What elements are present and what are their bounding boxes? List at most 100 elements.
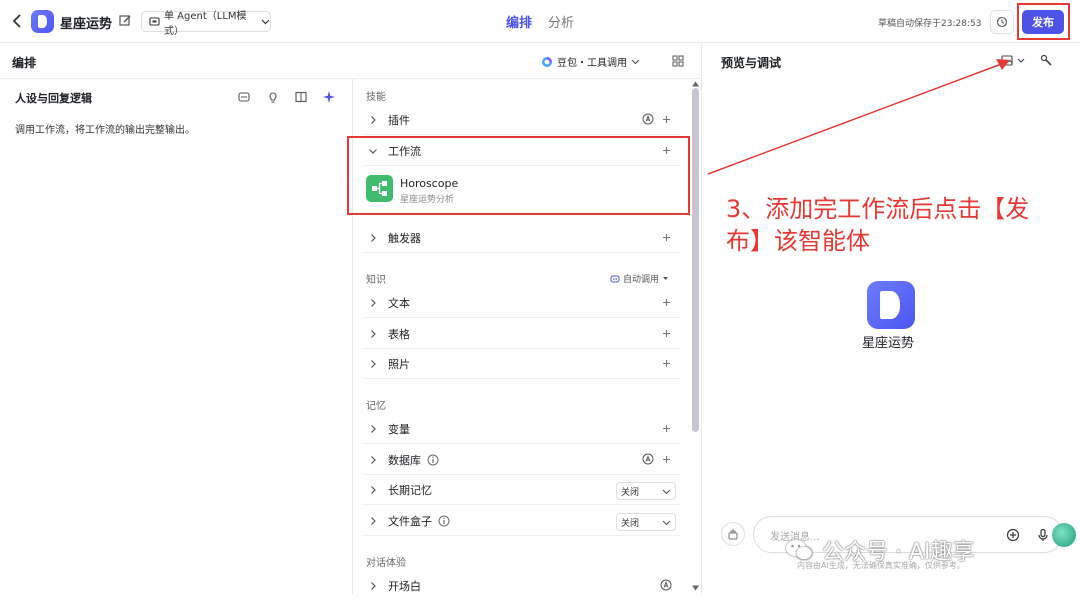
- bot-avatar: [31, 10, 54, 33]
- plus-icon[interactable]: [661, 114, 672, 125]
- filebox-select[interactable]: 关闭: [616, 513, 676, 531]
- back-icon[interactable]: [10, 12, 26, 30]
- knowledge-table-row[interactable]: 表格: [362, 319, 680, 349]
- knowledge-photo-row[interactable]: 照片: [362, 349, 680, 379]
- agent-icon: [149, 16, 160, 27]
- bulb-icon[interactable]: [266, 90, 280, 104]
- opening-label: 开场白: [388, 580, 421, 593]
- publish-highlight-box: [1017, 3, 1070, 40]
- chevron-down-icon: [631, 57, 640, 66]
- top-bar: 星座运势 单 Agent（LLM模式） 编排 分析 草稿自动保存于23:28:5…: [0, 0, 1080, 43]
- plugins-row[interactable]: 插件: [362, 105, 680, 135]
- knowledge-text-label: 文本: [388, 296, 410, 310]
- memory-heading: 记忆: [366, 401, 386, 412]
- persona-text[interactable]: 调用工作流，将工作流的输出完整输出。: [15, 121, 195, 136]
- chevron-down-icon: [662, 518, 671, 527]
- annotation-text: 3、添加完工作流后点击【发布】该智能体: [726, 195, 1030, 255]
- tab-analysis[interactable]: 分析: [548, 12, 574, 31]
- workflow-highlight-box: [347, 136, 690, 215]
- long-term-memory-select[interactable]: 关闭: [616, 482, 676, 500]
- edit-icon[interactable]: [119, 14, 132, 27]
- long-term-memory-row[interactable]: 长期记忆 关闭: [362, 475, 680, 505]
- auto-icon[interactable]: [642, 453, 654, 465]
- doubao-icon: [541, 56, 553, 68]
- clear-button[interactable]: [721, 522, 745, 546]
- info-icon[interactable]: [438, 515, 450, 527]
- arrange-title: 编排: [12, 56, 37, 70]
- auto-icon[interactable]: [642, 113, 654, 125]
- model-label: 豆包・工具调用: [557, 58, 627, 69]
- plus-icon[interactable]: [661, 232, 672, 243]
- plus-icon[interactable]: [661, 297, 672, 308]
- filebox-value: 关闭: [621, 518, 640, 529]
- plugins-label: 插件: [388, 113, 410, 127]
- chevron-right-icon: [368, 329, 378, 339]
- knowledge-heading: 知识: [366, 275, 386, 286]
- plus-icon[interactable]: [661, 423, 672, 434]
- autosave-status: 草稿自动保存于23:28:53: [878, 19, 982, 29]
- database-row[interactable]: 数据库: [362, 445, 680, 475]
- preview-bot-avatar: [867, 281, 915, 329]
- dialog-heading: 对话体验: [366, 558, 406, 569]
- long-term-memory-value: 关闭: [621, 487, 640, 498]
- grid-icon[interactable]: [672, 55, 684, 67]
- persona-title: 人设与回复逻辑: [15, 92, 92, 105]
- history-icon: [996, 16, 1008, 28]
- add-circle-icon[interactable]: [1006, 528, 1020, 542]
- trigger-label: 触发器: [388, 231, 421, 245]
- wechat-icon: [784, 537, 814, 563]
- filebox-row[interactable]: 文件盒子 关闭: [362, 506, 680, 536]
- chevron-right-icon: [368, 424, 378, 434]
- split-view-icon[interactable]: [294, 90, 308, 104]
- assistant-badge: [1052, 523, 1076, 547]
- plus-icon[interactable]: [661, 328, 672, 339]
- info-icon[interactable]: [427, 454, 439, 466]
- chevron-right-icon: [368, 485, 378, 495]
- opening-row[interactable]: 开场白: [362, 571, 680, 601]
- chevron-right-icon: [368, 233, 378, 243]
- bot-name: 星座运势: [60, 17, 113, 32]
- chevron-right-icon: [368, 359, 378, 369]
- chevron-right-icon: [368, 298, 378, 308]
- skills-heading: 技能: [366, 92, 386, 103]
- auto-call-icon: [610, 274, 620, 284]
- database-label: 数据库: [388, 453, 421, 467]
- knowledge-photo-label: 照片: [388, 357, 410, 371]
- trigger-row[interactable]: 触发器: [362, 223, 680, 253]
- auto-call-select[interactable]: 自动调用: [610, 272, 669, 285]
- preview-bot-name: 星座运势: [862, 336, 915, 351]
- history-button[interactable]: [990, 10, 1014, 34]
- agent-mode-label: 单 Agent（LLM模式）: [164, 10, 247, 37]
- knowledge-table-label: 表格: [388, 327, 410, 341]
- model-select[interactable]: 豆包・工具调用: [541, 54, 640, 69]
- watermark: 公众号 · AI趣享: [784, 534, 975, 566]
- chevron-right-icon: [368, 115, 378, 125]
- chevron-right-icon: [368, 516, 378, 526]
- filebox-label: 文件盒子: [388, 514, 432, 528]
- scroll-down-icon[interactable]: [691, 584, 700, 592]
- scroll-up-icon[interactable]: [691, 80, 700, 88]
- long-term-memory-label: 长期记忆: [388, 483, 432, 497]
- watermark-text: 公众号 · AI趣享: [822, 540, 975, 565]
- auto-call-label: 自动调用: [623, 275, 660, 285]
- mic-icon[interactable]: [1036, 528, 1050, 542]
- auto-icon[interactable]: [660, 579, 672, 591]
- chevron-down-icon: [662, 487, 671, 496]
- agent-mode-select[interactable]: 单 Agent（LLM模式）: [141, 11, 271, 37]
- scrollbar-thumb[interactable]: [692, 88, 699, 432]
- variables-label: 变量: [388, 422, 410, 436]
- knowledge-text-row[interactable]: 文本: [362, 288, 680, 318]
- wrench-icon[interactable]: [1040, 54, 1053, 67]
- template-icon[interactable]: [237, 90, 251, 104]
- annotation-arrow: [707, 59, 1010, 175]
- brush-icon: [727, 528, 739, 540]
- chevron-down-icon: [261, 17, 270, 26]
- sparkle-icon[interactable]: [322, 90, 336, 104]
- plus-icon[interactable]: [661, 358, 672, 369]
- caret-down-icon: [662, 275, 669, 282]
- variables-row[interactable]: 变量: [362, 414, 680, 444]
- tab-arrange[interactable]: 编排: [506, 12, 532, 31]
- chevron-right-icon: [368, 455, 378, 465]
- plus-icon[interactable]: [661, 454, 672, 465]
- chevron-right-icon: [368, 581, 378, 591]
